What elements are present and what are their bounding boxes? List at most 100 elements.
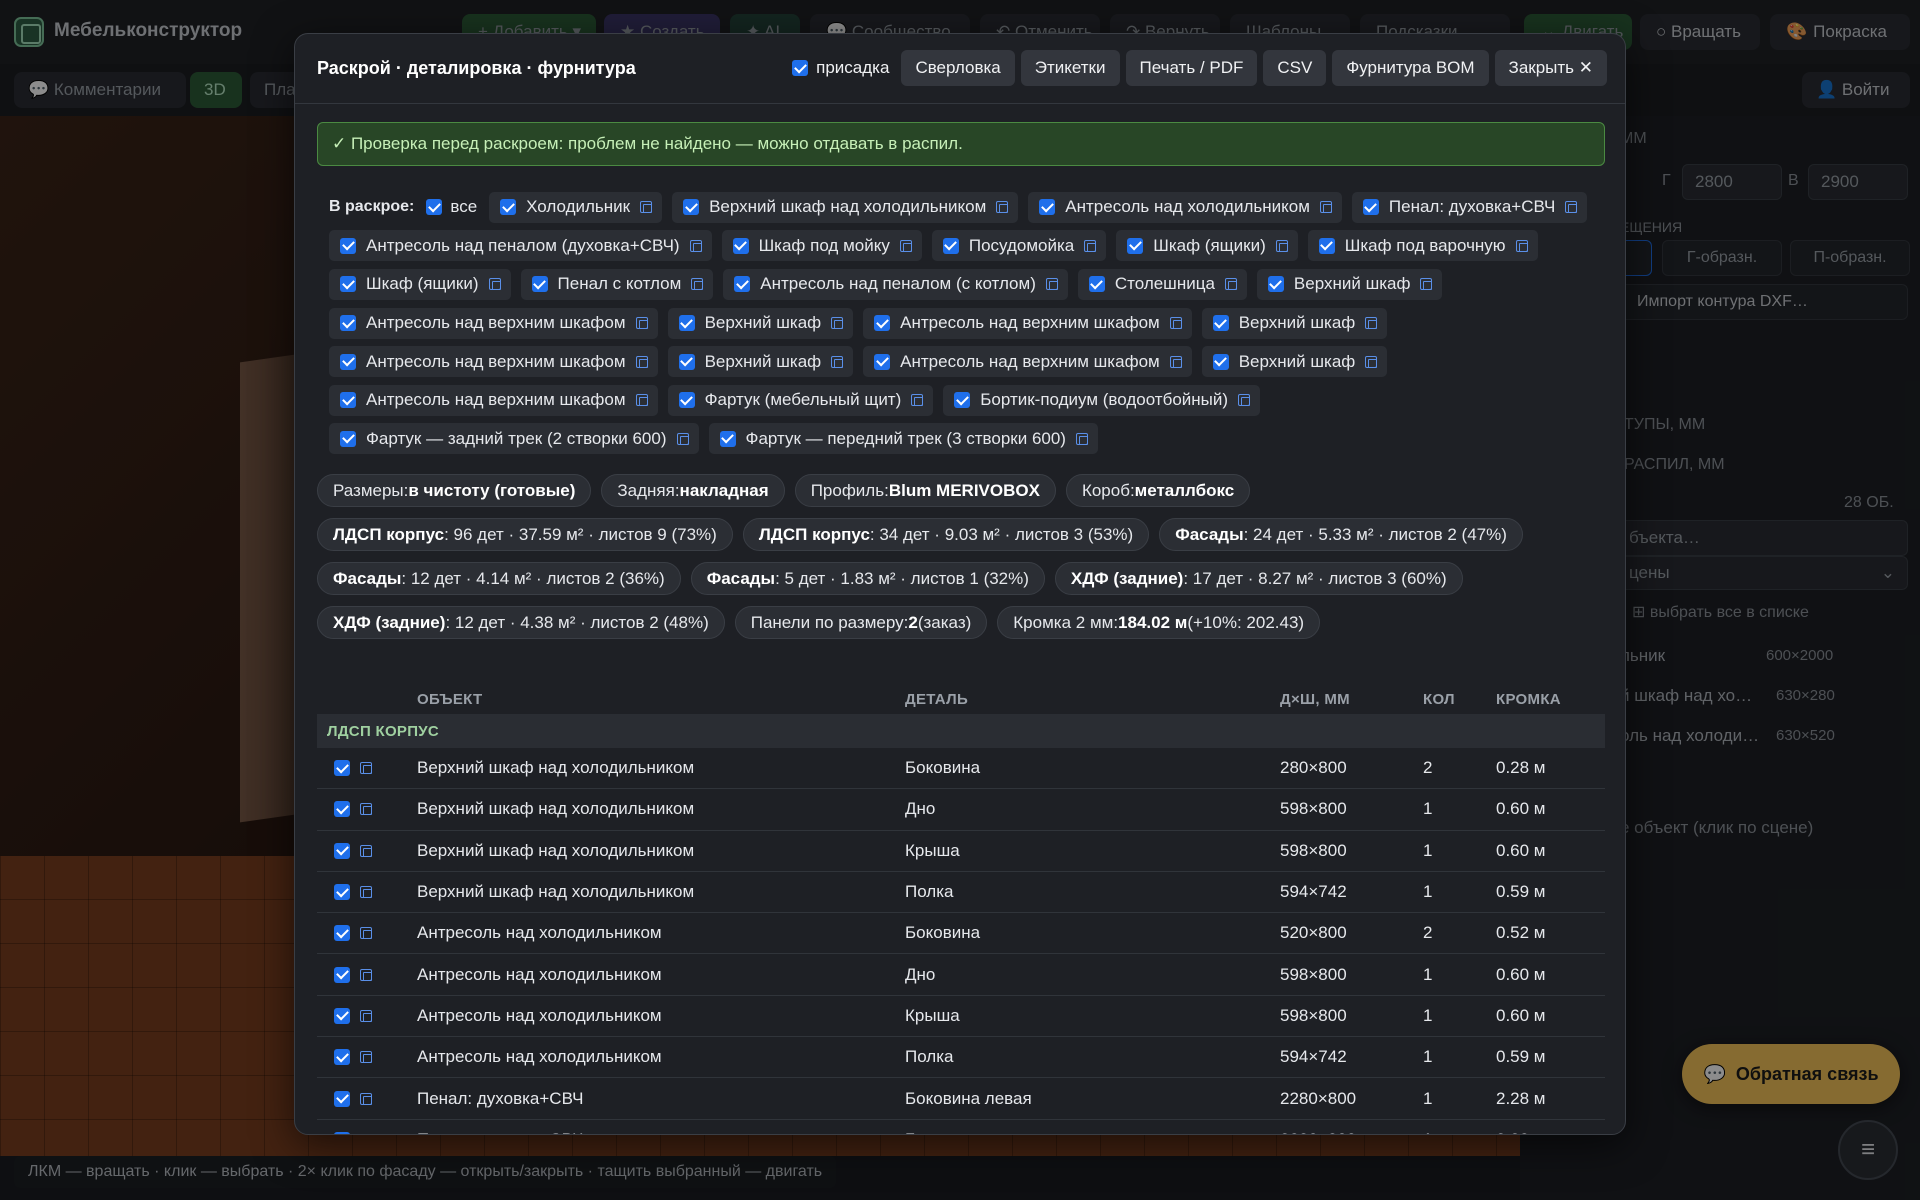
checkbox-checked[interactable] xyxy=(1318,237,1335,254)
close-button[interactable]: Закрыть ✕ xyxy=(1494,50,1607,86)
checkbox-checked[interactable] xyxy=(1212,353,1229,370)
checkbox-checked[interactable] xyxy=(340,237,356,254)
copy-icon[interactable] xyxy=(996,201,1009,214)
copy-icon[interactable] xyxy=(635,394,648,407)
row-checkbox[interactable] xyxy=(334,884,350,901)
copy-icon[interactable] xyxy=(1075,432,1088,445)
object-chip[interactable]: Антресоль над пеналом (духовка+СВЧ) xyxy=(329,230,712,262)
copy-icon[interactable] xyxy=(360,927,372,940)
checkbox-checked[interactable] xyxy=(1088,276,1105,293)
copy-icon[interactable] xyxy=(691,278,704,291)
object-chip[interactable]: Холодильник xyxy=(489,191,663,223)
row-checkbox[interactable] xyxy=(334,801,350,818)
csv-button[interactable]: CSV xyxy=(1263,50,1327,86)
row-checkbox[interactable] xyxy=(334,1090,350,1107)
checkbox-checked[interactable] xyxy=(678,392,695,409)
object-chip[interactable]: Шкаф (ящики) xyxy=(1116,230,1298,262)
checkbox-checked[interactable] xyxy=(734,276,751,293)
checkbox-checked[interactable] xyxy=(531,276,548,293)
object-chip[interactable]: Фартук — передний трек (3 створки 600) xyxy=(708,423,1098,455)
checkbox-checked[interactable] xyxy=(732,237,749,254)
copy-icon[interactable] xyxy=(1238,394,1251,407)
checkbox-checked[interactable] xyxy=(954,392,971,409)
copy-icon[interactable] xyxy=(360,762,372,775)
checkbox-checked[interactable] xyxy=(340,430,356,447)
checkbox-checked[interactable] xyxy=(1362,199,1379,216)
object-chip[interactable]: Шкаф под варочную xyxy=(1307,230,1538,262)
copy-icon[interactable] xyxy=(1365,355,1378,368)
copy-icon[interactable] xyxy=(360,1051,372,1064)
copy-icon[interactable] xyxy=(1045,278,1058,291)
object-chip[interactable]: Столешница xyxy=(1077,268,1247,300)
copy-icon[interactable] xyxy=(635,355,648,368)
checkbox-checked[interactable] xyxy=(874,315,891,332)
print-pdf-button[interactable]: Печать / PDF xyxy=(1125,50,1258,86)
checkbox-checked[interactable] xyxy=(340,353,356,370)
copy-icon[interactable] xyxy=(1084,239,1097,252)
copy-icon[interactable] xyxy=(360,803,372,816)
copy-icon[interactable] xyxy=(1565,201,1578,214)
object-chip[interactable]: Бортик-подиум (водоотбойный) xyxy=(943,384,1261,416)
copy-icon[interactable] xyxy=(360,1009,372,1022)
row-checkbox[interactable] xyxy=(334,842,350,859)
object-chip[interactable]: Антресоль над верхним шкафом xyxy=(329,346,658,378)
object-chip[interactable]: Верхний шкаф над холодильником xyxy=(672,191,1019,223)
checkbox-checked[interactable] xyxy=(678,315,695,332)
copy-icon[interactable] xyxy=(640,201,653,214)
select-all-checkbox[interactable]: все xyxy=(426,197,477,217)
copy-icon[interactable] xyxy=(1224,278,1237,291)
copy-icon[interactable] xyxy=(1365,317,1378,330)
copy-icon[interactable] xyxy=(360,1133,372,1134)
labels-button[interactable]: Этикетки xyxy=(1020,50,1120,86)
row-checkbox[interactable] xyxy=(334,925,350,942)
object-chip[interactable]: Антресоль над верхним шкафом xyxy=(329,307,658,339)
checkbox-checked[interactable] xyxy=(500,199,517,216)
copy-icon[interactable] xyxy=(635,317,648,330)
copy-icon[interactable] xyxy=(488,278,501,291)
checkbox-checked[interactable] xyxy=(683,199,700,216)
object-chip[interactable]: Фартук — задний трек (2 створки 600) xyxy=(329,423,699,455)
checkbox-checked[interactable] xyxy=(340,392,356,409)
copy-icon[interactable] xyxy=(1319,201,1332,214)
checkbox-checked[interactable] xyxy=(942,237,959,254)
row-checkbox[interactable] xyxy=(334,966,350,983)
object-chip[interactable]: Антресоль над пеналом (с котлом) xyxy=(723,268,1068,300)
object-chip[interactable]: Пенал: духовка+СВЧ xyxy=(1351,191,1588,223)
copy-icon[interactable] xyxy=(1420,278,1433,291)
object-chip[interactable]: Верхний шкаф xyxy=(667,307,854,339)
object-chip[interactable]: Фартук (мебельный щит) xyxy=(667,384,934,416)
checkbox-checked[interactable] xyxy=(792,60,809,76)
copy-icon[interactable] xyxy=(360,968,372,981)
copy-icon[interactable] xyxy=(911,394,924,407)
object-chip[interactable]: Посудомойка xyxy=(931,230,1107,262)
checkbox-checked[interactable] xyxy=(340,315,356,332)
object-chip[interactable]: Верхний шкаф xyxy=(1201,346,1388,378)
copy-icon[interactable] xyxy=(899,239,912,252)
copy-icon[interactable] xyxy=(1515,239,1528,252)
copy-icon[interactable] xyxy=(676,432,689,445)
copy-icon[interactable] xyxy=(360,844,372,857)
drilling-checkbox[interactable]: присадка xyxy=(792,58,889,78)
checkbox-checked[interactable] xyxy=(874,353,891,370)
object-chip[interactable]: Антресоль над верхним шкафом xyxy=(863,346,1192,378)
copy-icon[interactable] xyxy=(1169,317,1182,330)
object-chip[interactable]: Верхний шкаф xyxy=(1256,268,1443,300)
copy-icon[interactable] xyxy=(1275,239,1288,252)
row-checkbox[interactable] xyxy=(334,1049,350,1066)
copy-icon[interactable] xyxy=(831,317,844,330)
row-checkbox[interactable] xyxy=(334,1007,350,1024)
object-chip[interactable]: Пенал с котлом xyxy=(520,268,714,300)
object-chip[interactable]: Верхний шкаф xyxy=(667,346,854,378)
object-chip[interactable]: Антресоль над верхним шкафом xyxy=(863,307,1192,339)
copy-icon[interactable] xyxy=(1169,355,1182,368)
object-chip[interactable]: Антресоль над холодильником xyxy=(1028,191,1342,223)
object-chip[interactable]: Верхний шкаф xyxy=(1201,307,1388,339)
row-checkbox[interactable] xyxy=(334,760,350,777)
checkbox-checked[interactable] xyxy=(1267,276,1284,293)
copy-icon[interactable] xyxy=(689,239,702,252)
checkbox-checked[interactable] xyxy=(1212,315,1229,332)
checkbox-checked[interactable] xyxy=(1039,199,1056,216)
copy-icon[interactable] xyxy=(831,355,844,368)
copy-icon[interactable] xyxy=(360,1092,372,1105)
object-chip[interactable]: Шкаф под мойку xyxy=(721,230,922,262)
